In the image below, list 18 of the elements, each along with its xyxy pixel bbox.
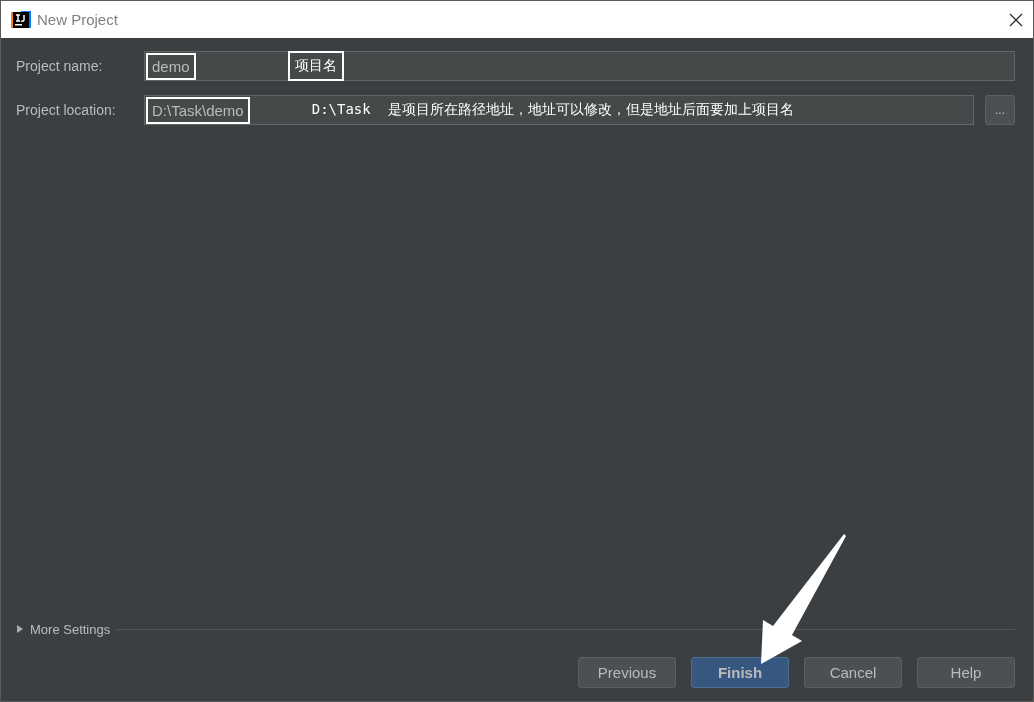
more-settings-link[interactable]: More Settings bbox=[30, 621, 111, 637]
browse-button[interactable]: ... bbox=[985, 95, 1015, 125]
annotation-note: D:\Task 是项目所在路径地址，地址可以修改，但是地址后面要加上项目名 bbox=[311, 101, 794, 119]
close-icon[interactable] bbox=[1009, 12, 1023, 27]
app-logo-icon bbox=[11, 9, 31, 30]
collapsed-triangle-icon[interactable] bbox=[16, 624, 24, 634]
dialog-button[interactable]: Help bbox=[917, 657, 1015, 688]
dialog-button[interactable]: Finish bbox=[691, 657, 789, 688]
field-value: demo bbox=[146, 52, 196, 80]
project-location-field[interactable]: D:\Task\demo D:\Task 是项目所在路径地址，地址可以修改，但是地址后面要加上项目名 bbox=[144, 95, 974, 125]
annotation-note: 项目名 bbox=[287, 51, 344, 81]
project-name-field[interactable]: demo 项目名 bbox=[144, 51, 1015, 81]
field-label: Project name: bbox=[16, 58, 104, 74]
field-value: D:\Task\demo bbox=[146, 96, 250, 124]
dialog-button[interactable]: Cancel bbox=[804, 657, 902, 688]
window-title: New Project bbox=[37, 11, 118, 28]
dialog-button[interactable]: Previous bbox=[578, 657, 676, 688]
field-label: Project location: bbox=[16, 102, 117, 118]
